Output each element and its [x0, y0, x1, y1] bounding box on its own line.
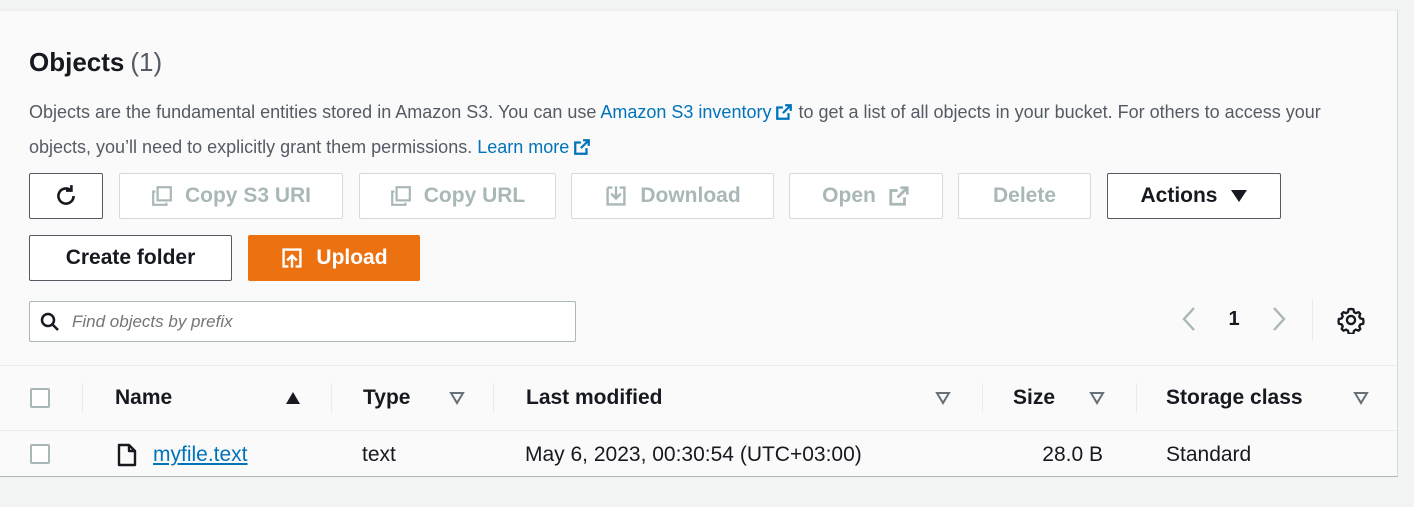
- open-label: Open: [822, 184, 876, 207]
- table-header: Name Type Last modified Size Storage cla…: [0, 365, 1397, 431]
- description-text-1: Objects are the fundamental entities sto…: [29, 102, 601, 122]
- external-link-icon: [888, 185, 910, 207]
- column-separator: [331, 383, 332, 413]
- cell-name: myfile.text: [117, 432, 248, 478]
- upload-label: Upload: [316, 246, 388, 269]
- s3-inventory-link[interactable]: Amazon S3 inventory: [600, 102, 793, 122]
- column-header-last-modified[interactable]: Last modified: [526, 366, 956, 430]
- download-label: Download: [640, 184, 741, 207]
- search-icon: [40, 312, 60, 332]
- page-title: Objects (1): [29, 47, 162, 78]
- caret-down-icon: [1230, 189, 1248, 203]
- column-last-modified-label: Last modified: [526, 386, 663, 409]
- column-header-type[interactable]: Type: [363, 366, 473, 430]
- row-checkbox[interactable]: [30, 444, 50, 464]
- open-button[interactable]: Open: [789, 173, 943, 219]
- column-size-label: Size: [1013, 386, 1056, 409]
- s3-inventory-link-label: Amazon S3 inventory: [600, 102, 772, 122]
- download-button[interactable]: Download: [571, 173, 774, 219]
- column-storage-class-label: Storage class: [1166, 386, 1303, 409]
- download-icon: [604, 184, 628, 208]
- cell-size: 28.0 B: [1042, 443, 1103, 466]
- sort-icon: [1353, 391, 1369, 405]
- copy-s3-uri-label: Copy S3 URI: [184, 184, 312, 207]
- cell-last-modified: May 6, 2023, 00:30:54 (UTC+03:00): [525, 443, 862, 466]
- object-count: (1): [130, 47, 163, 77]
- copy-url-label: Copy URL: [423, 184, 526, 207]
- create-folder-label: Create folder: [65, 246, 196, 269]
- copy-icon: [390, 185, 412, 207]
- learn-more-link-label: Learn more: [477, 137, 570, 157]
- objects-description: Objects are the fundamental entities sto…: [29, 96, 1349, 166]
- refresh-button[interactable]: [29, 173, 103, 219]
- column-header-name[interactable]: Name: [115, 366, 315, 430]
- chevron-right-icon[interactable]: [1266, 306, 1292, 332]
- sort-icon: [935, 391, 951, 405]
- object-name-link[interactable]: myfile.text: [153, 443, 248, 467]
- column-type-label: Type: [363, 386, 411, 409]
- actions-label: Actions: [1140, 184, 1218, 207]
- external-link-icon: [775, 99, 793, 131]
- column-header-storage-class[interactable]: Storage class: [1166, 366, 1376, 430]
- objects-panel: Objects (1) Objects are the fundamental e…: [0, 10, 1398, 477]
- cell-type: text: [362, 443, 396, 466]
- upload-icon: [280, 246, 304, 270]
- title-text: Objects: [29, 47, 125, 77]
- pagination: 1: [1176, 299, 1292, 339]
- search-box[interactable]: [29, 301, 576, 342]
- sort-icon: [449, 391, 465, 405]
- column-separator: [1136, 383, 1137, 413]
- external-link-icon: [573, 134, 591, 166]
- cell-storage-class: Standard: [1166, 443, 1252, 466]
- search-input[interactable]: [70, 310, 554, 333]
- column-separator: [82, 383, 83, 413]
- sort-ascending-icon: [285, 391, 301, 405]
- current-page[interactable]: 1: [1202, 308, 1266, 331]
- create-folder-button[interactable]: Create folder: [29, 235, 232, 281]
- refresh-icon: [53, 183, 79, 209]
- gear-icon[interactable]: [1337, 306, 1365, 334]
- column-separator: [493, 383, 494, 413]
- actions-dropdown[interactable]: Actions: [1107, 173, 1281, 219]
- delete-label: Delete: [992, 184, 1057, 207]
- copy-url-button[interactable]: Copy URL: [359, 173, 556, 219]
- select-all-checkbox[interactable]: [30, 388, 50, 408]
- column-header-size[interactable]: Size: [1013, 366, 1113, 430]
- column-name-label: Name: [115, 386, 173, 409]
- copy-s3-uri-button[interactable]: Copy S3 URI: [119, 173, 343, 219]
- learn-more-link[interactable]: Learn more: [477, 137, 591, 157]
- file-icon: [117, 443, 137, 467]
- sort-icon: [1089, 391, 1105, 405]
- delete-button[interactable]: Delete: [958, 173, 1091, 219]
- chevron-left-icon[interactable]: [1176, 306, 1202, 332]
- pager-divider: [1312, 299, 1313, 341]
- copy-icon: [151, 185, 173, 207]
- column-separator: [982, 383, 983, 413]
- upload-button[interactable]: Upload: [248, 235, 420, 281]
- table-row: myfile.text text May 6, 2023, 00:30:54 (…: [0, 432, 1397, 478]
